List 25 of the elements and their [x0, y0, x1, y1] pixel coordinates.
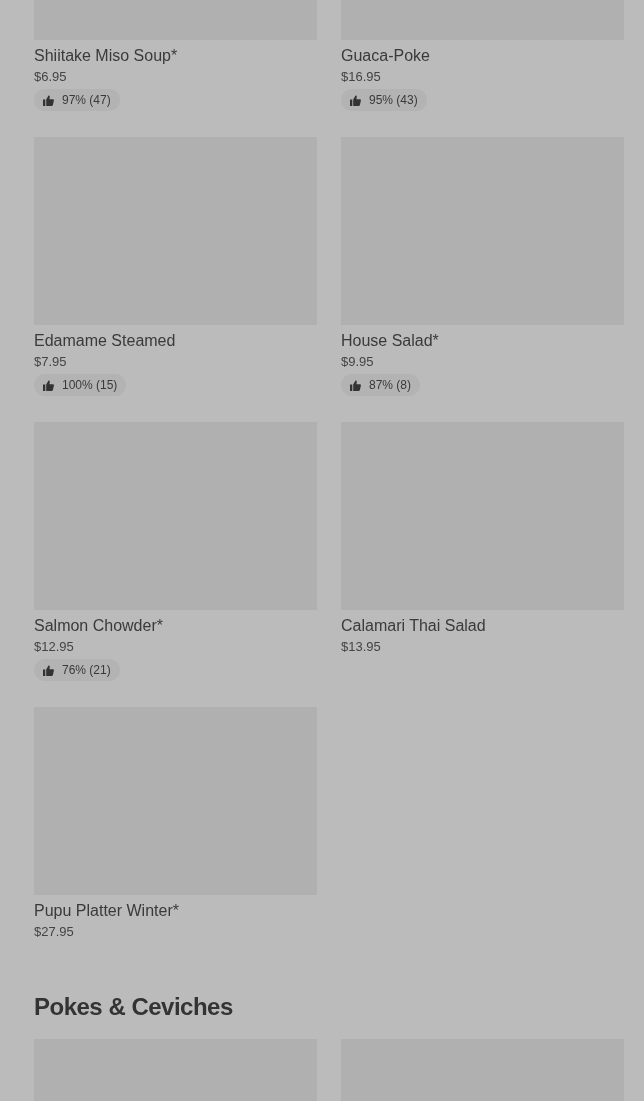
dish-name[interactable]: Salmon Chowder* [34, 615, 317, 637]
dish-name[interactable]: Shiitake Miso Soup* [34, 45, 317, 67]
dish-name[interactable]: Edamame Steamed [34, 330, 317, 352]
rating-text: 97% (47) [62, 93, 111, 107]
dish-price: $7.95 [34, 353, 68, 371]
rating-text: 87% (8) [369, 378, 412, 392]
thumbs-up-icon [43, 664, 54, 676]
dish-price: $6.95 [34, 68, 68, 86]
dish-price: $9.95 [341, 353, 375, 371]
section-heading: Pokes & Ceviches [34, 992, 234, 1022]
dish-price: $27.95 [34, 923, 75, 941]
rating-text: 100% (15) [62, 378, 118, 392]
rating-text: 76% (21) [62, 663, 111, 677]
dish-name[interactable]: Guaca-Poke [341, 45, 624, 67]
dish-name[interactable]: Pupu Platter Winter* [34, 900, 317, 922]
dish-price: $13.95 [341, 638, 382, 656]
thumbs-up-icon [350, 94, 361, 106]
dish-price: $12.95 [34, 638, 75, 656]
dish-price: $16.95 [341, 68, 382, 86]
rating-text: 95% (43) [369, 93, 418, 107]
dish-name[interactable]: House Salad* [341, 330, 624, 352]
thumbs-up-icon [350, 379, 361, 391]
thumbs-up-icon [43, 94, 54, 106]
thumbs-up-icon [43, 379, 54, 391]
dish-name[interactable]: Calamari Thai Salad [341, 615, 624, 637]
